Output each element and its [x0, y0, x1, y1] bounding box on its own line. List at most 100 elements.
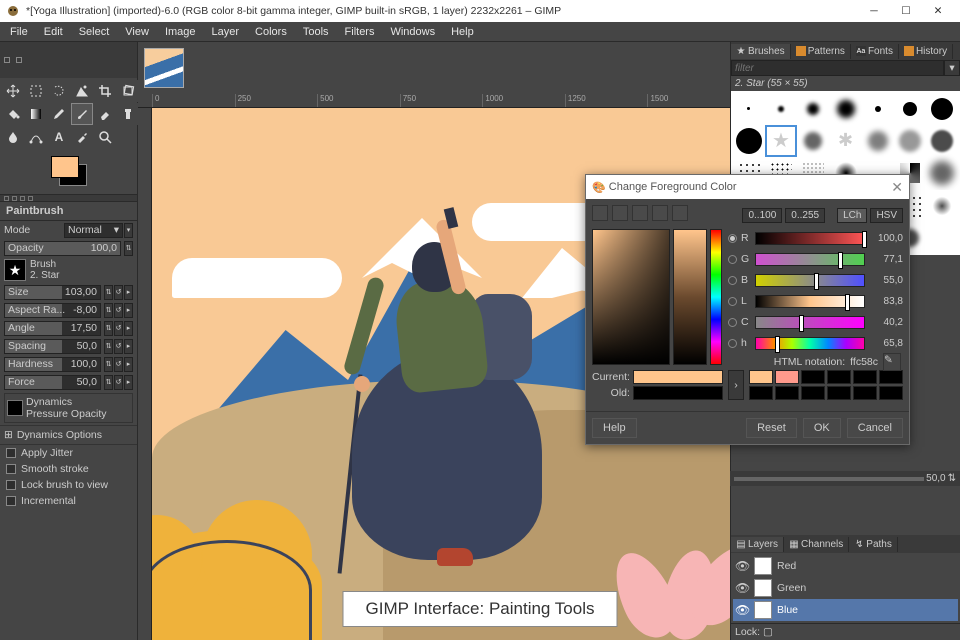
option-slider-Force[interactable]: Force50,0	[4, 375, 101, 390]
brush-filter-input[interactable]	[731, 60, 944, 76]
tab-fonts[interactable]: AaFonts	[851, 44, 899, 59]
brush-item[interactable]	[765, 93, 796, 124]
tab-patterns[interactable]: Patterns	[791, 44, 851, 59]
brush-item[interactable]	[733, 93, 764, 124]
tab-brushes[interactable]: ★Brushes	[731, 44, 791, 59]
check-lock brush to view[interactable]: Lock brush to view	[0, 477, 137, 493]
mode-menu-button[interactable]: ▾	[124, 223, 133, 238]
option-slider-Hardness[interactable]: Hardness100,0	[4, 357, 101, 372]
tab-history[interactable]: History	[899, 44, 953, 59]
brush-item[interactable]	[733, 125, 764, 156]
foreground-color-swatch[interactable]	[51, 156, 79, 178]
lock-icon[interactable]: ▢	[763, 626, 773, 638]
mode-lch[interactable]: LCh	[837, 208, 867, 223]
history-swatch[interactable]	[749, 370, 773, 384]
color-tab-wheel[interactable]	[652, 205, 668, 221]
history-swatch[interactable]	[775, 386, 799, 400]
menu-view[interactable]: View	[117, 24, 157, 40]
range-0-255[interactable]: 0..255	[785, 208, 825, 223]
tool-clone[interactable]	[117, 103, 139, 125]
history-swatch[interactable]	[853, 370, 877, 384]
option-reset[interactable]: ↺	[114, 285, 123, 300]
range-0-100[interactable]: 0..100	[742, 208, 782, 223]
channel-radio-h[interactable]	[728, 339, 737, 348]
eye-icon[interactable]: 👁	[735, 559, 749, 573]
brush-item[interactable]	[830, 93, 861, 124]
tool-rect-select[interactable]	[25, 80, 47, 102]
option-reset[interactable]: ↺	[114, 321, 123, 336]
tool-bucket[interactable]	[2, 103, 24, 125]
option-menu[interactable]: ▸	[124, 357, 133, 372]
option-menu[interactable]: ▸	[124, 339, 133, 354]
tool-crop[interactable]	[94, 80, 116, 102]
menu-filters[interactable]: Filters	[337, 24, 383, 40]
menu-layer[interactable]: Layer	[204, 24, 248, 40]
brush-item[interactable]: ✱	[830, 125, 861, 156]
brush-item[interactable]	[798, 125, 829, 156]
opacity-slider[interactable]: Opacity100,0	[4, 241, 121, 256]
dynamics-preview[interactable]	[7, 400, 23, 416]
tab-layers[interactable]: ▤Layers	[731, 537, 784, 552]
option-menu[interactable]: ▸	[124, 303, 133, 318]
history-swatch[interactable]	[749, 386, 773, 400]
channel-row-green[interactable]: 👁Green	[733, 577, 958, 599]
channel-radio-C[interactable]	[728, 318, 737, 327]
brush-item[interactable]	[927, 190, 958, 221]
option-reset[interactable]: ↺	[114, 303, 123, 318]
channel-radio-G[interactable]	[728, 255, 737, 264]
option-spinner[interactable]: ⇅	[104, 357, 113, 372]
menu-tools[interactable]: Tools	[295, 24, 337, 40]
channel-radio-L[interactable]	[728, 297, 737, 306]
history-swatch[interactable]	[801, 386, 825, 400]
option-reset[interactable]: ↺	[114, 375, 123, 390]
hue-strip[interactable]	[710, 229, 722, 365]
eyedropper-button[interactable]: ✎	[883, 353, 901, 371]
eye-icon[interactable]: 👁	[735, 603, 749, 617]
option-menu[interactable]: ▸	[124, 285, 133, 300]
tab-paths[interactable]: ↯Paths	[849, 537, 898, 552]
tool-paintbrush[interactable]	[71, 103, 93, 125]
mode-select[interactable]: Normal▾	[64, 223, 123, 238]
check-smooth stroke[interactable]: Smooth stroke	[0, 461, 137, 477]
tool-move[interactable]	[2, 80, 24, 102]
history-swatch[interactable]	[879, 386, 903, 400]
tool-pencil[interactable]	[48, 103, 70, 125]
option-reset[interactable]: ↺	[114, 357, 123, 372]
option-spinner[interactable]: ⇅	[104, 339, 113, 354]
channel-row-red[interactable]: 👁Red	[733, 555, 958, 577]
check-apply jitter[interactable]: Apply Jitter	[0, 445, 137, 461]
brush-item[interactable]	[894, 125, 925, 156]
menu-edit[interactable]: Edit	[36, 24, 71, 40]
history-swatch[interactable]	[827, 370, 851, 384]
brush-item[interactable]	[927, 125, 958, 156]
tool-fuzzy-select[interactable]	[71, 80, 93, 102]
tool-gradient[interactable]	[25, 103, 47, 125]
option-menu[interactable]: ▸	[124, 375, 133, 390]
mode-hsv[interactable]: HSV	[870, 208, 903, 223]
history-swatch[interactable]	[801, 370, 825, 384]
minimize-button[interactable]: ─	[858, 0, 890, 22]
brush-item-star[interactable]: ★	[765, 125, 796, 156]
dialog-close-button[interactable]: ✕	[891, 179, 903, 196]
close-button[interactable]: ✕	[922, 0, 954, 22]
history-swatch[interactable]	[827, 386, 851, 400]
swatch-add-button[interactable]: ›	[728, 370, 744, 400]
dynamics-options-expand[interactable]: ⊞Dynamics Options	[0, 425, 137, 445]
brush-item[interactable]	[798, 93, 829, 124]
brush-item[interactable]	[894, 93, 925, 124]
option-slider-Aspect Ra...[interactable]: Aspect Ra...-8,00	[4, 303, 101, 318]
tool-eraser[interactable]	[94, 103, 116, 125]
channel-slider-G[interactable]	[755, 253, 865, 266]
document-thumbnail[interactable]	[144, 48, 184, 88]
zoom-slider[interactable]: 50,0⇅	[730, 471, 960, 486]
tool-path[interactable]	[25, 126, 47, 148]
color-tab-gimp[interactable]	[592, 205, 608, 221]
option-slider-Angle[interactable]: Angle17,50	[4, 321, 101, 336]
brush-item[interactable]	[862, 125, 893, 156]
channel-row-blue[interactable]: 👁Blue	[733, 599, 958, 621]
help-button[interactable]: Help	[592, 418, 637, 438]
opacity-spinner[interactable]: ⇅	[124, 241, 133, 256]
option-slider-Spacing[interactable]: Spacing50,0	[4, 339, 101, 354]
channel-slider-B[interactable]	[755, 274, 865, 287]
brush-preview[interactable]: ★	[4, 259, 26, 281]
